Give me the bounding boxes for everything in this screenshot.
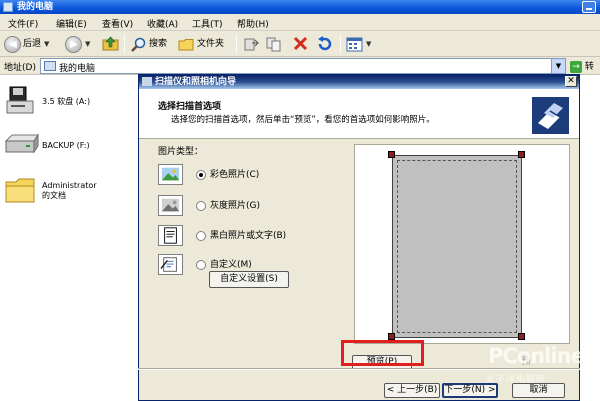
back-button[interactable]: ◀ 后退 ▼ <box>4 34 49 54</box>
scanner-icon <box>142 77 152 86</box>
resize-handle[interactable] <box>388 151 395 158</box>
window-title: 我的电脑 <box>17 2 54 12</box>
search-label: 搜索 <box>149 39 168 49</box>
highlight-box <box>341 340 424 366</box>
floppy-drive-icon <box>6 86 34 114</box>
drive-label: BACKUP (F:) <box>42 141 90 150</box>
undo-icon <box>318 36 332 51</box>
minimize-button[interactable] <box>582 1 596 13</box>
watermark-brand: PConline <box>488 344 585 368</box>
custom-settings-icon <box>158 254 183 275</box>
watermark-tagline: 太平洋电脑网 <box>486 375 547 385</box>
copy-to-button[interactable] <box>266 34 283 54</box>
address-bar: 地址(D) 我的电脑 ▼ → 转到 <box>0 57 600 86</box>
wizard-header: 选择扫描首选项 选择您的扫描首选项，然后单击“预览”，看您的首选项如何影响照片。 <box>139 89 579 139</box>
menu-tools[interactable]: 工具(T) <box>192 17 223 30</box>
folders-button[interactable]: 文件夹 <box>178 34 224 54</box>
radio-label: 黑白照片或文字(B) <box>210 231 287 241</box>
drive-label: 3.5 软盘 (A:) <box>42 97 91 106</box>
scan-area[interactable] <box>392 155 522 338</box>
radio-label: 彩色照片(C) <box>210 170 260 180</box>
folders-label: 文件夹 <box>197 39 225 49</box>
back-arrow-icon: ◀ <box>4 35 21 53</box>
radio-button[interactable] <box>196 169 206 180</box>
toolbar-separator <box>236 35 237 53</box>
move-to-button[interactable] <box>243 34 260 54</box>
delete-x-icon <box>293 36 308 51</box>
menu-file[interactable]: 文件(F) <box>8 17 38 30</box>
views-grid-icon <box>346 37 363 51</box>
delete-button[interactable] <box>292 34 309 54</box>
search-button[interactable]: 搜索 <box>130 34 167 54</box>
toolbar-separator <box>340 35 341 53</box>
drive-backup[interactable]: BACKUP (F:) <box>4 133 90 157</box>
radio-color-photo[interactable]: 彩色照片(C) <box>196 168 259 182</box>
back-step-button[interactable]: < 上一步(B) <box>384 383 440 398</box>
radio-label: 自定义(M) <box>210 260 252 270</box>
grayscale-photo-icon <box>158 195 183 216</box>
menu-help[interactable]: 帮助(H) <box>237 17 269 30</box>
hard-drive-icon <box>4 133 39 154</box>
radio-button[interactable] <box>196 200 206 211</box>
address-value: 我的电脑 <box>59 64 96 74</box>
chevron-down-icon[interactable]: ▼ <box>44 34 49 54</box>
folder-label: Administrator 的文档 <box>42 181 97 200</box>
forward-button[interactable]: ▶ ▼ <box>65 34 90 54</box>
toolbar-separator <box>124 35 125 53</box>
toolbar: ◀ 后退 ▼ ▶ ▼ 搜索 文件夹 ▼ <box>0 31 600 57</box>
resize-handle[interactable] <box>518 151 525 158</box>
drive-floppy[interactable]: 3.5 软盘 (A:) <box>6 85 90 117</box>
go-arrow-icon: → <box>570 60 582 73</box>
menu-view[interactable]: 查看(V) <box>102 17 133 30</box>
close-button[interactable]: ✕ <box>565 76 577 87</box>
back-label: 后退 <box>23 39 42 49</box>
search-icon <box>131 37 146 52</box>
copy-to-icon <box>266 37 281 52</box>
scan-selection <box>397 160 517 333</box>
views-button[interactable]: ▼ <box>346 34 371 54</box>
up-folder-icon <box>102 36 119 51</box>
window-titlebar: 我的电脑 <box>0 0 600 14</box>
up-folder-button[interactable] <box>102 34 119 54</box>
my-computer-icon <box>3 2 13 12</box>
resize-handle[interactable] <box>388 333 395 340</box>
radio-black-white[interactable]: 黑白照片或文字(B) <box>196 229 286 243</box>
chevron-down-icon[interactable]: ▼ <box>551 59 565 73</box>
custom-settings-button[interactable]: 自定义设置(S) <box>209 271 289 288</box>
address-input[interactable]: 我的电脑 ▼ <box>40 58 566 74</box>
wizard-separator <box>138 368 580 370</box>
menu-favorites[interactable]: 收藏(A) <box>147 17 178 30</box>
radio-button[interactable] <box>196 230 206 241</box>
radio-grayscale[interactable]: 灰度照片(G) <box>196 199 260 213</box>
next-step-button[interactable]: 下一步(N) > <box>442 383 498 398</box>
color-photo-icon <box>158 164 183 185</box>
move-to-icon <box>244 38 260 51</box>
chevron-down-icon[interactable]: ▼ <box>85 34 90 54</box>
resize-handle[interactable] <box>518 333 525 340</box>
wizard-subheading: 选择您的扫描首选项，然后单击“预览”，看您的首选项如何影响照片。 <box>171 115 435 125</box>
radio-button[interactable] <box>196 259 206 270</box>
scan-preview-pane <box>354 144 570 344</box>
folder-icon <box>5 178 35 203</box>
picture-type-label: 图片类型： <box>158 147 204 157</box>
folder-admin-docs[interactable]: Administrator 的文档 <box>4 175 97 205</box>
folder-icon <box>178 38 194 50</box>
black-white-text-icon <box>158 225 183 246</box>
cancel-button[interactable]: 取消 <box>512 383 565 398</box>
wizard-heading: 选择扫描首选项 <box>158 102 222 112</box>
radio-label: 灰度照片(G) <box>210 201 260 211</box>
address-label: 地址(D) <box>4 63 36 73</box>
chevron-down-icon[interactable]: ▼ <box>366 34 371 54</box>
wizard-title: 扫描仪和照相机向导 <box>155 77 237 87</box>
undo-button[interactable] <box>316 34 333 54</box>
menu-edit[interactable]: 编辑(E) <box>56 17 87 30</box>
wizard-logo-icon <box>532 97 569 134</box>
radio-custom[interactable]: 自定义(M) <box>196 258 252 272</box>
menu-bar: 文件(F) 编辑(E) 查看(V) 收藏(A) 工具(T) 帮助(H) <box>0 14 600 31</box>
forward-arrow-icon: ▶ <box>65 35 82 53</box>
wizard-titlebar: 扫描仪和照相机向导 ✕ <box>139 75 579 89</box>
my-computer-icon <box>44 61 56 71</box>
